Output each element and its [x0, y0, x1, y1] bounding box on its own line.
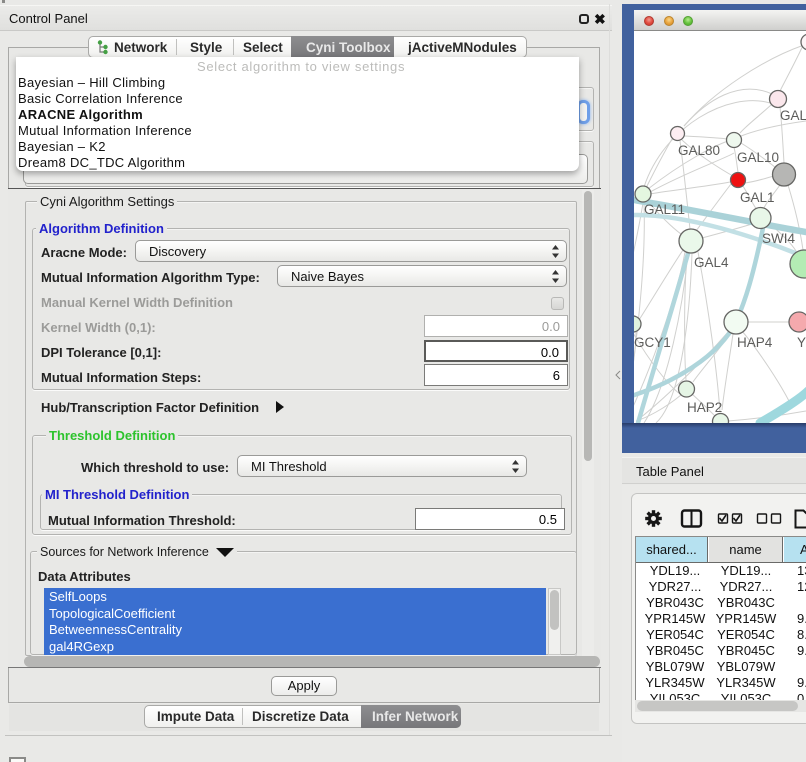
- svg-text:GAL11: GAL11: [644, 202, 685, 217]
- svg-text:GAL4: GAL4: [694, 255, 729, 270]
- svg-text:HAP4: HAP4: [737, 335, 773, 350]
- svg-text:GAL1: GAL1: [740, 190, 775, 205]
- svg-text:GCY1: GCY1: [634, 335, 671, 350]
- svg-text:Y: Y: [797, 335, 806, 350]
- svg-text:HAP2: HAP2: [687, 400, 722, 415]
- svg-text:GAL80: GAL80: [678, 143, 720, 158]
- svg-text:SWI4: SWI4: [762, 231, 795, 246]
- svg-text:GAL2: GAL2: [780, 108, 806, 123]
- svg-text:GAL10: GAL10: [737, 150, 779, 165]
